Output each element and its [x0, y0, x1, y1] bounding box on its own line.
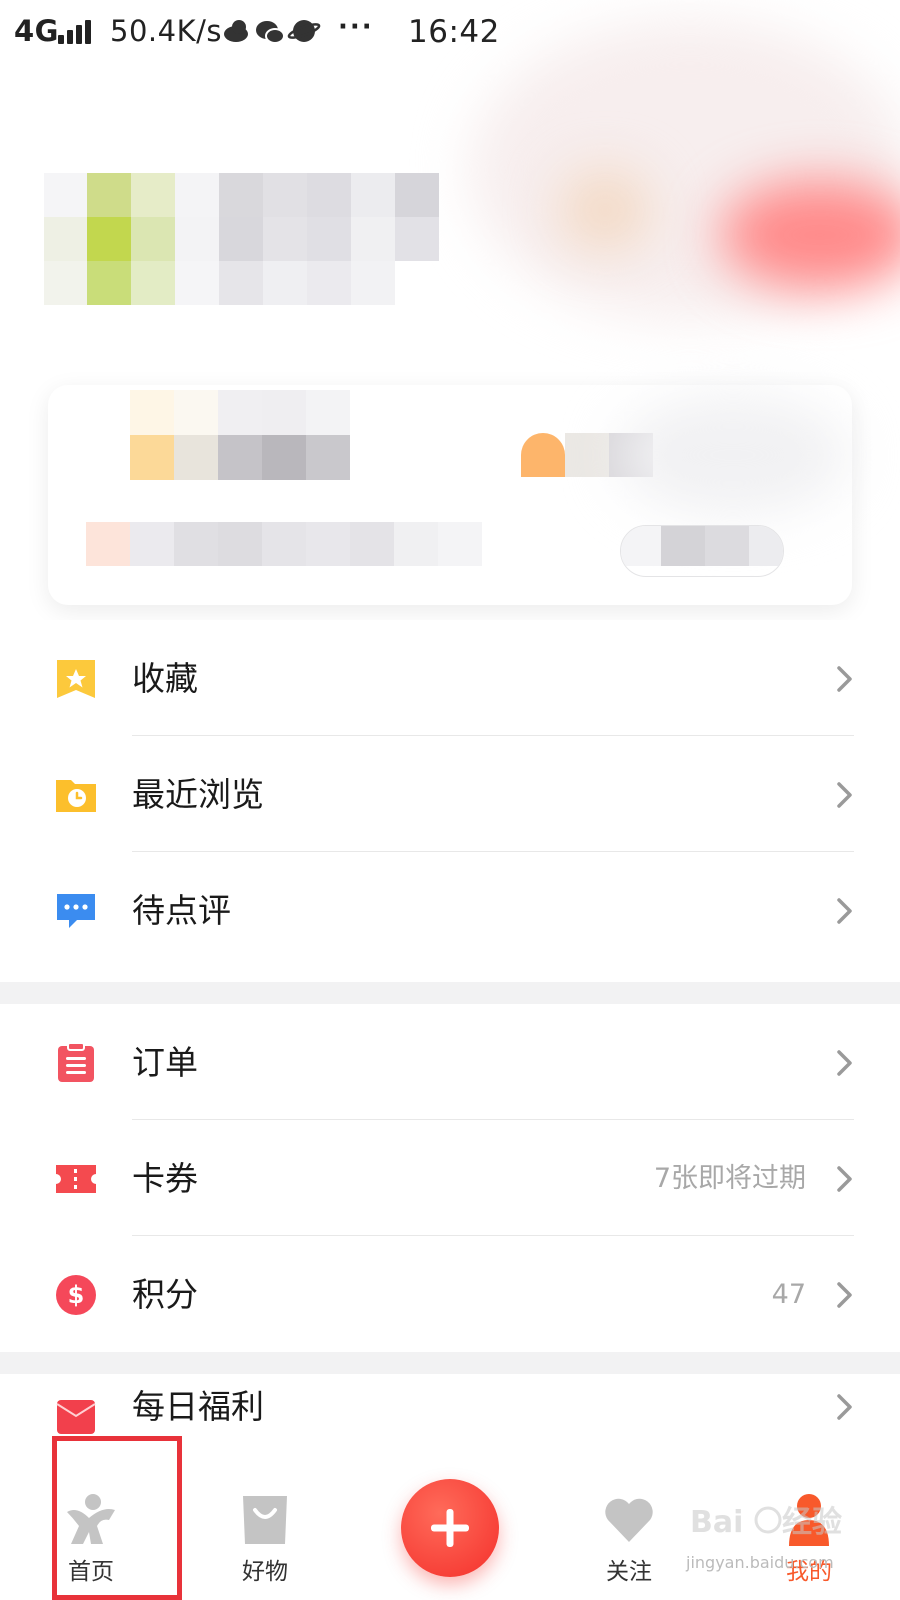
- menu-item-recent[interactable]: 最近浏览: [0, 736, 900, 852]
- publish-button[interactable]: [401, 1479, 499, 1577]
- gift-envelope-icon: [56, 1400, 96, 1434]
- menu-label: 收藏: [132, 659, 198, 698]
- menu-label: 最近浏览: [132, 775, 264, 814]
- menu-label: 待点评: [132, 891, 231, 930]
- chevron-right-icon: [837, 782, 852, 808]
- menu-item-orders[interactable]: 订单: [0, 1004, 900, 1120]
- wechat-icon: [256, 21, 285, 44]
- menu-label: 卡券: [132, 1159, 198, 1198]
- blurred-region: [618, 395, 848, 515]
- more-notifications-icon: ···: [338, 12, 374, 42]
- menu-item-points[interactable]: $ 积分 47: [0, 1236, 900, 1352]
- tab-follow[interactable]: 关注: [574, 1478, 684, 1600]
- folder-clock-icon: [56, 780, 96, 812]
- watermark-url: jingyan.baidu.com: [686, 1553, 834, 1572]
- tab-label: 关注: [606, 1559, 652, 1585]
- chevron-right-icon: [837, 898, 852, 924]
- avatar[interactable]: [44, 173, 464, 305]
- section-gap: [0, 1352, 900, 1374]
- svg-text:$: $: [68, 1281, 85, 1309]
- menu-item-favorites[interactable]: 收藏: [0, 620, 900, 736]
- chevron-right-icon: [837, 1394, 852, 1420]
- shopping-bag-icon: [243, 1496, 287, 1544]
- member-card[interactable]: [48, 385, 852, 605]
- chevron-right-icon: [837, 1166, 852, 1192]
- blurred-region: [560, 170, 650, 250]
- notification-icons: [224, 20, 321, 44]
- chevron-right-icon: [837, 666, 852, 692]
- menu-label: 每日福利: [132, 1387, 264, 1426]
- chevron-right-icon: [837, 1050, 852, 1076]
- clipboard-icon: [58, 1042, 94, 1082]
- planet-icon: [287, 20, 321, 42]
- ticket-icon: [56, 1165, 96, 1193]
- menu-item-coupons[interactable]: 卡券 7张即将过期: [0, 1120, 900, 1236]
- clock: 16:42: [408, 14, 500, 50]
- points-value: 47: [771, 1279, 806, 1310]
- network-speed: 50.4K/s: [110, 14, 222, 48]
- menu-item-to-review[interactable]: 待点评: [0, 852, 900, 968]
- blurred-card-text: [86, 522, 486, 566]
- section-gap: [0, 982, 900, 1004]
- svg-text:Bai: Bai: [690, 1505, 743, 1540]
- coupon-expiry-notice: 7张即将过期: [653, 1163, 806, 1194]
- heart-icon: [605, 1498, 653, 1542]
- menu-label: 订单: [132, 1043, 198, 1082]
- tab-label: 好物: [242, 1559, 288, 1585]
- dollar-coin-icon: $: [56, 1275, 96, 1315]
- blurred-card-button[interactable]: [620, 525, 784, 577]
- signal-icon: [58, 18, 96, 44]
- menu-label: 积分: [132, 1275, 198, 1314]
- chat-bubble-icon: [57, 894, 95, 928]
- bookmark-star-icon: [57, 660, 95, 698]
- highlight-box: [52, 1436, 182, 1600]
- tab-goods[interactable]: 好物: [210, 1478, 320, 1600]
- menu-group-content: 收藏 最近浏览 待点评: [0, 620, 900, 968]
- blurred-member-info: [130, 390, 380, 480]
- cloud-icon: [224, 20, 248, 42]
- menu-group-account: 订单 卡券 7张即将过期 $ 积分 47: [0, 1004, 900, 1352]
- network-type: 4G: [14, 14, 59, 48]
- chevron-right-icon: [837, 1282, 852, 1308]
- svg-text:经验: 经验: [782, 1505, 842, 1540]
